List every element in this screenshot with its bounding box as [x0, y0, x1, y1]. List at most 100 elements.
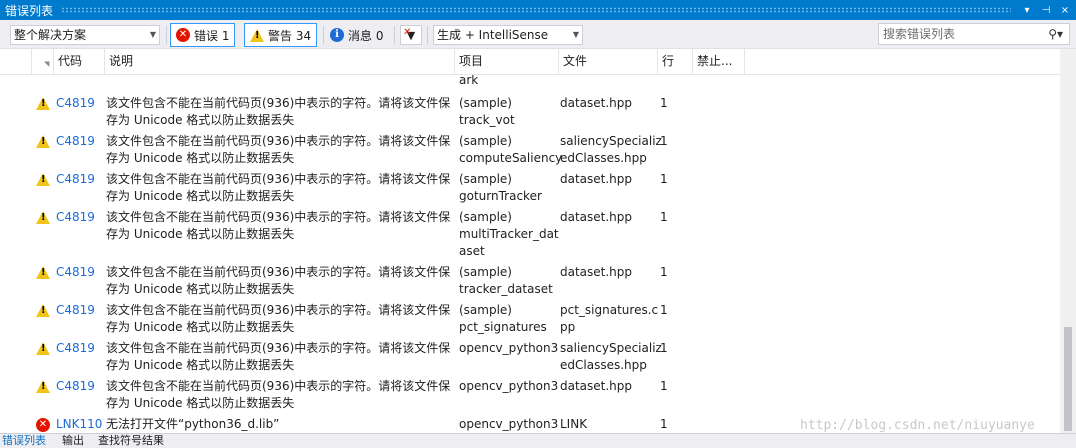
scrollbar-thumb[interactable]: [1064, 327, 1072, 431]
info-icon: i: [330, 28, 344, 42]
row-code-link[interactable]: LNK110: [56, 416, 102, 433]
row-code-link[interactable]: C4819: [56, 133, 95, 150]
warning-icon: [36, 342, 50, 355]
warning-icon: [36, 266, 50, 279]
sort-indicator-icon: ◥: [44, 60, 50, 68]
column-header-suppression[interactable]: 禁止...: [693, 49, 745, 74]
column-header-code[interactable]: 代码: [54, 49, 105, 74]
column-header-category[interactable]: [0, 49, 32, 74]
watermark-text: http://blog.csdn.net/niuyuanye: [800, 418, 1035, 433]
errors-filter-button[interactable]: ✕ 错误 1: [170, 23, 236, 47]
row-project: (sample) computeSaliency: [459, 134, 563, 165]
messages-filter-button[interactable]: i 消息 0: [325, 23, 388, 47]
row-description: 该文件包含不能在当前代码页(936)中表示的字符。请将该文件保 存为 Unico…: [106, 265, 451, 296]
warning-icon: [36, 211, 50, 224]
error-icon: ✕: [36, 418, 50, 432]
tool-window-titlebar: 错误列表 ▾ ⊣ ×: [0, 0, 1076, 20]
row-code-link[interactable]: C4819: [56, 302, 95, 319]
titlebar-grip[interactable]: [61, 7, 1011, 13]
messages-filter-label: 消息 0: [348, 28, 384, 43]
toolbar-separator: [323, 26, 324, 44]
search-input[interactable]: 搜索错误列表 ⚲▾: [878, 23, 1070, 45]
error-list-rows[interactable]: ark C4819 该文件包含不能在当前代码页(936)中表示的字符。请将该文件…: [0, 75, 1060, 433]
tab-find-symbol-results[interactable]: 查找符号结果: [98, 434, 164, 448]
row-code-link[interactable]: C4819: [56, 378, 95, 395]
row-file: saliencySpecializ edClasses.hpp: [560, 341, 662, 372]
row-line: 1: [660, 379, 668, 393]
row-description: 该文件包含不能在当前代码页(936)中表示的字符。请将该文件保 存为 Unico…: [106, 379, 451, 410]
search-icon[interactable]: ⚲▾: [1048, 24, 1063, 44]
row-description: 无法打开文件“python36_d.lib”: [106, 417, 280, 431]
tab-error-list[interactable]: 错误列表: [2, 434, 46, 448]
warning-icon: [36, 97, 50, 110]
row-line: 1: [660, 172, 668, 186]
close-icon[interactable]: ×: [1057, 5, 1073, 16]
row-file: saliencySpecializ edClasses.hpp: [560, 134, 662, 165]
toolbar-separator: [166, 26, 167, 44]
clear-filter-button[interactable]: ✕ ▼: [400, 25, 422, 45]
row-file: pct_signatures.c pp: [560, 303, 659, 334]
row-description: 该文件包含不能在当前代码页(936)中表示的字符。请将该文件保 存为 Unico…: [106, 303, 451, 334]
warnings-filter-label: 警告 34: [268, 28, 312, 43]
row-description: 该文件包含不能在当前代码页(936)中表示的字符。请将该文件保 存为 Unico…: [106, 341, 451, 372]
toolbar-separator: [394, 26, 395, 44]
row-project: (sample) pct_signatures: [459, 303, 547, 334]
row-description: 该文件包含不能在当前代码页(936)中表示的字符。请将该文件保 存为 Unico…: [106, 134, 451, 165]
row-project: (sample) goturnTracker: [459, 172, 542, 203]
row-description: 该文件包含不能在当前代码页(936)中表示的字符。请将该文件保 存为 Unico…: [106, 210, 451, 241]
scope-dropdown[interactable]: 整个解决方案 ▼: [10, 25, 160, 45]
row-project: opencv_python3: [459, 341, 559, 355]
row-line: 1: [660, 417, 668, 431]
auto-hide-pin-icon[interactable]: ⊣: [1038, 5, 1054, 16]
column-header-description[interactable]: 说明: [105, 49, 455, 74]
row-file: LINK: [560, 417, 588, 431]
warning-icon: [36, 173, 50, 186]
row-file: dataset.hpp: [560, 210, 633, 224]
warning-icon: [36, 380, 50, 393]
row-project: (sample) multiTracker_dat aset: [459, 210, 559, 258]
search-placeholder: 搜索错误列表: [883, 27, 956, 41]
window-dropdown-icon[interactable]: ▾: [1019, 5, 1035, 16]
error-list-header: ◥ 代码 说明 项目 文件 行 禁止...: [0, 49, 1060, 75]
row-code-link[interactable]: C4819: [56, 209, 95, 226]
vertical-scrollbar[interactable]: [1060, 49, 1076, 433]
column-header-project[interactable]: 项目: [455, 49, 559, 74]
row-code-link[interactable]: C4819: [56, 171, 95, 188]
row-file: dataset.hpp: [560, 265, 633, 279]
row-line: 1: [660, 210, 668, 224]
build-source-dropdown[interactable]: 生成 + IntelliSense ▼: [433, 25, 583, 45]
column-header-line[interactable]: 行: [658, 49, 693, 74]
error-icon: ✕: [176, 28, 190, 42]
row-code-link[interactable]: C4819: [56, 95, 95, 112]
row-line: 1: [660, 96, 668, 110]
error-list-toolbar: 整个解决方案 ▼ ✕ 错误 1 警告 34 i 消息 0 ✕ ▼ 生成 + In…: [0, 20, 1076, 49]
row-file: dataset.hpp: [560, 96, 633, 110]
row-description: 该文件包含不能在当前代码页(936)中表示的字符。请将该文件保 存为 Unico…: [106, 96, 451, 127]
warnings-filter-button[interactable]: 警告 34: [244, 23, 318, 47]
clear-x-icon: ✕: [403, 27, 412, 38]
row-code-link[interactable]: C4819: [56, 340, 95, 357]
row-file: dataset.hpp: [560, 379, 633, 393]
scope-dropdown-value: 整个解决方案: [14, 28, 87, 42]
build-source-value: 生成 + IntelliSense: [437, 28, 549, 42]
toolbar-separator: [427, 26, 428, 44]
chevron-down-icon: ▼: [149, 30, 156, 39]
row-project: (sample) tracker_dataset: [459, 265, 553, 296]
row-line: 1: [660, 265, 668, 279]
row-project: opencv_python3: [459, 417, 559, 431]
warning-icon: [36, 304, 50, 317]
errors-filter-label: 错误 1: [194, 28, 230, 43]
row-code-link[interactable]: C4819: [56, 264, 95, 281]
column-header-file[interactable]: 文件: [559, 49, 658, 74]
column-header-icon[interactable]: ◥: [32, 49, 54, 74]
row-line: 1: [660, 303, 668, 317]
chevron-down-icon: ▼: [572, 30, 579, 39]
warning-icon: [250, 28, 264, 42]
row-project: (sample) track_vot: [459, 96, 515, 127]
row-file: dataset.hpp: [560, 172, 633, 186]
warning-icon: [36, 135, 50, 148]
tab-output[interactable]: 输出: [62, 434, 84, 448]
row-project: ark: [459, 75, 479, 87]
row-description: 该文件包含不能在当前代码页(936)中表示的字符。请将该文件保 存为 Unico…: [106, 172, 451, 203]
window-title: 错误列表: [5, 3, 54, 18]
